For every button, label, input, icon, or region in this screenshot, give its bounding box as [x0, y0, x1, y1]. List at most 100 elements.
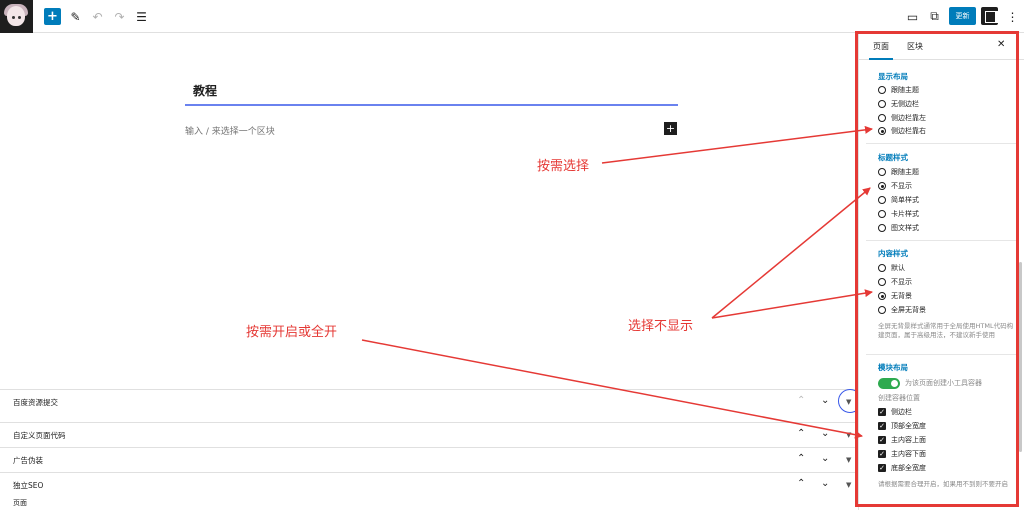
toggle-switch[interactable]: [878, 377, 900, 389]
toggle-label: 为该页面创建小工具容器: [905, 379, 982, 387]
checkbox-label: 底部全宽度: [891, 464, 926, 472]
arrow-to-layout-option: [601, 125, 873, 164]
radio-option[interactable]: 全屏无背景: [878, 305, 926, 315]
section-divider: [866, 240, 1018, 241]
sidebar-tabs: 页面 区块 ✕: [859, 33, 1024, 60]
meta-box-title: 广告伪装: [13, 456, 43, 465]
checkbox-checked-icon: ✓: [878, 450, 886, 458]
radio-label: 不显示: [891, 182, 912, 190]
radio-option[interactable]: 不显示: [878, 181, 912, 191]
radio-icon: [878, 196, 886, 204]
avatar-face-shape: [7, 6, 25, 26]
radio-selected-icon: [878, 182, 886, 190]
annotation-enable-or-all: 按需开启或全开: [246, 325, 338, 340]
checkbox-option[interactable]: ✓ 底部全宽度: [878, 463, 926, 473]
more-options-icon[interactable]: ⋮: [1004, 8, 1021, 25]
checkbox-label: 顶部全宽度: [891, 422, 926, 430]
radio-option[interactable]: 卡片样式: [878, 209, 919, 219]
document-overview-icon[interactable]: ☰: [133, 8, 150, 25]
post-title[interactable]: 教程: [193, 82, 217, 99]
radio-option[interactable]: 默认: [878, 263, 905, 273]
annotation-select-hide: 选择不显示: [628, 319, 694, 334]
radio-icon: [878, 210, 886, 218]
settings-panel-toggle-icon[interactable]: [981, 7, 999, 25]
meta-box[interactable]: 广告伪装 ⌃ ⌄ ▼: [0, 447, 858, 472]
module-layout-help-text: 请根据需要合理开启，如果用不到则不要开启: [878, 480, 1008, 488]
radio-option[interactable]: 侧边栏靠左: [878, 113, 926, 123]
collapse-toggle-icon[interactable]: ▼: [846, 481, 851, 489]
tab-block[interactable]: 区块: [907, 41, 923, 52]
checkbox-option[interactable]: ✓ 主内容下面: [878, 449, 926, 459]
settings-sidebar: 页面 区块 ✕ 显示布局 跟随主题 无侧边栏 侧边栏靠左 侧边栏靠右 标题样式 …: [858, 33, 1024, 510]
checkbox-checked-icon: ✓: [878, 422, 886, 430]
position-label: 创建容器位置: [878, 393, 920, 403]
edit-pencil-icon[interactable]: ✎: [67, 8, 84, 25]
update-button[interactable]: 更新: [949, 7, 976, 25]
radio-icon: [878, 114, 886, 122]
radio-label: 无背景: [891, 292, 912, 300]
move-up-icon[interactable]: ⌃: [797, 428, 805, 439]
radio-icon: [878, 100, 886, 108]
meta-box[interactable]: 自定义页面代码 ⌃ ⌄ ▼: [0, 422, 858, 447]
meta-box[interactable]: 独立SEO ⌃ ⌄ ▼: [0, 472, 858, 497]
undo-icon[interactable]: ↶: [89, 8, 106, 25]
move-down-icon[interactable]: ⌄: [821, 428, 829, 439]
radio-option[interactable]: 侧边栏靠右: [878, 126, 926, 136]
redo-icon[interactable]: ↷: [111, 8, 128, 25]
annotation-select-as-needed: 按需选择: [537, 159, 590, 174]
radio-option[interactable]: 跟随主题: [878, 167, 919, 177]
move-down-icon[interactable]: ⌄: [821, 395, 829, 406]
section-title-layout: 显示布局: [878, 72, 908, 81]
checkbox-label: 主内容上面: [891, 436, 926, 444]
radio-option[interactable]: 无侧边栏: [878, 99, 919, 109]
content-style-help-text: 全屏无背景样式通常用于全局使用HTML代码构建页面，属于高级用法，不建议新手使用: [878, 322, 1014, 339]
editor-toolbar: + ✎ ↶ ↷ ☰ ▭ ⧉ 更新 ⋮: [0, 0, 1024, 33]
meta-box-title: 百度资源提交: [13, 398, 58, 407]
checkbox-option[interactable]: ✓ 主内容上面: [878, 435, 926, 445]
widget-container-toggle[interactable]: 为该页面创建小工具容器: [878, 377, 982, 389]
radio-label: 跟随主题: [891, 86, 919, 94]
checkbox-label: 主内容下面: [891, 450, 926, 458]
radio-option[interactable]: 简单样式: [878, 195, 919, 205]
inline-add-block-icon[interactable]: +: [664, 122, 677, 135]
radio-option[interactable]: 不显示: [878, 277, 912, 287]
view-external-icon[interactable]: ⧉: [926, 8, 943, 25]
move-up-icon[interactable]: ⌃: [797, 453, 805, 464]
radio-selected-icon: [878, 292, 886, 300]
avatar-eye: [18, 16, 21, 19]
move-up-icon[interactable]: ⌃: [797, 478, 805, 489]
radio-label: 无侧边栏: [891, 100, 919, 108]
radio-option[interactable]: 图文样式: [878, 223, 919, 233]
breadcrumb[interactable]: 页面: [13, 498, 27, 508]
move-up-icon[interactable]: ⌃: [797, 395, 805, 406]
radio-option[interactable]: 跟随主题: [878, 85, 919, 95]
site-logo-avatar[interactable]: [0, 0, 33, 33]
title-focus-underline: [185, 104, 678, 106]
radio-option[interactable]: 无背景: [878, 291, 912, 301]
checkbox-option[interactable]: ✓ 顶部全宽度: [878, 421, 926, 431]
section-divider: [866, 354, 1018, 355]
radio-selected-icon: [878, 127, 886, 135]
collapse-toggle-icon[interactable]: ▼: [846, 456, 851, 464]
add-block-button[interactable]: +: [44, 8, 61, 25]
radio-label: 侧边栏靠右: [891, 127, 926, 135]
position-label-text: 创建容器位置: [878, 394, 920, 402]
tab-page[interactable]: 页面: [869, 41, 893, 60]
radio-label: 全屏无背景: [891, 306, 926, 314]
meta-box-title: 自定义页面代码: [13, 431, 66, 440]
checkbox-label: 侧边栏: [891, 408, 912, 416]
radio-label: 简单样式: [891, 196, 919, 204]
checkbox-checked-icon: ✓: [878, 408, 886, 416]
radio-icon: [878, 264, 886, 272]
checkbox-checked-icon: ✓: [878, 436, 886, 444]
checkbox-option[interactable]: ✓ 侧边栏: [878, 407, 912, 417]
preview-laptop-icon[interactable]: ▭: [904, 8, 921, 25]
collapse-toggle-icon[interactable]: ▼: [846, 431, 851, 439]
sidebar-scrollbar[interactable]: [1019, 262, 1022, 452]
move-down-icon[interactable]: ⌄: [821, 453, 829, 464]
close-icon[interactable]: ✕: [997, 39, 1005, 50]
radio-label: 默认: [891, 264, 905, 272]
move-down-icon[interactable]: ⌄: [821, 478, 829, 489]
meta-box[interactable]: 百度资源提交 ⌃ ⌄ ▼: [0, 389, 858, 414]
block-placeholder[interactable]: 输入 / 来选择一个区块: [185, 124, 275, 137]
